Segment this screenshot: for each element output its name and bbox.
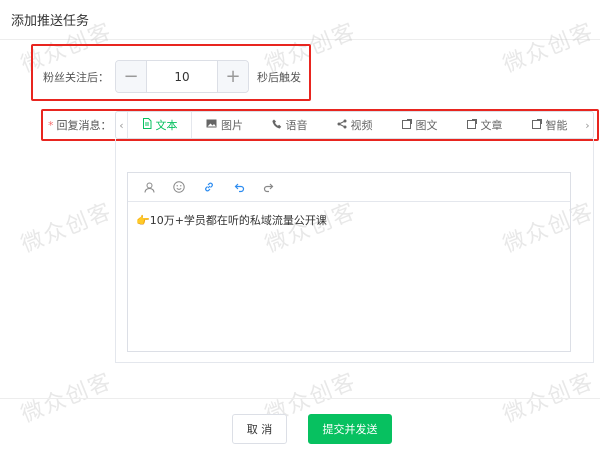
tab-label: 图片 xyxy=(221,119,243,132)
tab-article[interactable]: 文章 xyxy=(452,112,517,138)
dialog-title: 添加推送任务 xyxy=(11,14,90,29)
tab-smart[interactable]: 智能 xyxy=(517,112,582,138)
tab-label: 文章 xyxy=(480,119,503,132)
tab-label: 语音 xyxy=(285,119,308,132)
tab-voice[interactable]: 语音 xyxy=(257,112,322,138)
smart-icon xyxy=(531,118,542,132)
cancel-button[interactable]: 取 消 xyxy=(232,414,287,444)
delay-input[interactable]: 10 xyxy=(147,61,217,92)
tab-label: 图文 xyxy=(415,119,438,132)
watermark: 微众创客 xyxy=(17,368,117,428)
watermark: 微众创客 xyxy=(499,368,599,428)
article-icon xyxy=(466,118,477,132)
required-mark: * xyxy=(48,119,54,132)
tab-label: 智能 xyxy=(545,119,568,132)
tab-label: 视频 xyxy=(350,119,373,132)
minus-button[interactable]: − xyxy=(116,61,147,92)
image-icon xyxy=(206,119,217,131)
editor-content[interactable]: 👉10万+学员都在听的私域流量公开课 xyxy=(128,202,570,238)
document-icon xyxy=(142,118,152,132)
user-icon[interactable] xyxy=(140,178,158,196)
editor-toolbar xyxy=(128,173,570,201)
emoji-icon[interactable] xyxy=(170,178,188,196)
delay-stepper[interactable]: − 10 + xyxy=(115,60,249,93)
tab-image[interactable]: 图片 xyxy=(192,112,257,138)
undo-icon[interactable] xyxy=(230,178,248,196)
tab-news[interactable]: 图文 xyxy=(387,112,452,138)
message-type-tabs: ‹ 文本 图片 语音 视频 图文 文章 智能 › xyxy=(115,111,594,139)
phone-icon xyxy=(271,119,282,132)
tab-label: 文本 xyxy=(155,119,178,132)
plus-button[interactable]: + xyxy=(217,61,248,92)
follow-label: 粉丝关注后： xyxy=(43,71,109,84)
submit-button[interactable]: 提交并发送 xyxy=(308,414,392,444)
watermark: 微众创客 xyxy=(17,198,117,258)
tab-video[interactable]: 视频 xyxy=(322,112,387,138)
title-divider xyxy=(0,39,600,40)
watermark: 微众创客 xyxy=(499,18,599,78)
follow-suffix: 秒后触发 xyxy=(257,71,301,84)
message-editor[interactable]: 👉10万+学员都在听的私域流量公开课 xyxy=(127,172,571,352)
tabs-next-arrow[interactable]: › xyxy=(582,112,593,138)
share-icon xyxy=(337,119,347,132)
footer-divider xyxy=(0,398,600,399)
tab-text[interactable]: 文本 xyxy=(127,112,192,138)
reply-label-text: 回复消息： xyxy=(56,119,112,132)
redo-icon[interactable] xyxy=(260,178,278,196)
news-icon xyxy=(401,118,412,132)
tabs-prev-arrow[interactable]: ‹ xyxy=(116,112,127,138)
tab-list: 文本 图片 语音 视频 图文 文章 智能 xyxy=(127,112,582,138)
reply-label: * 回复消息： xyxy=(48,117,112,133)
link-icon[interactable] xyxy=(200,178,218,196)
